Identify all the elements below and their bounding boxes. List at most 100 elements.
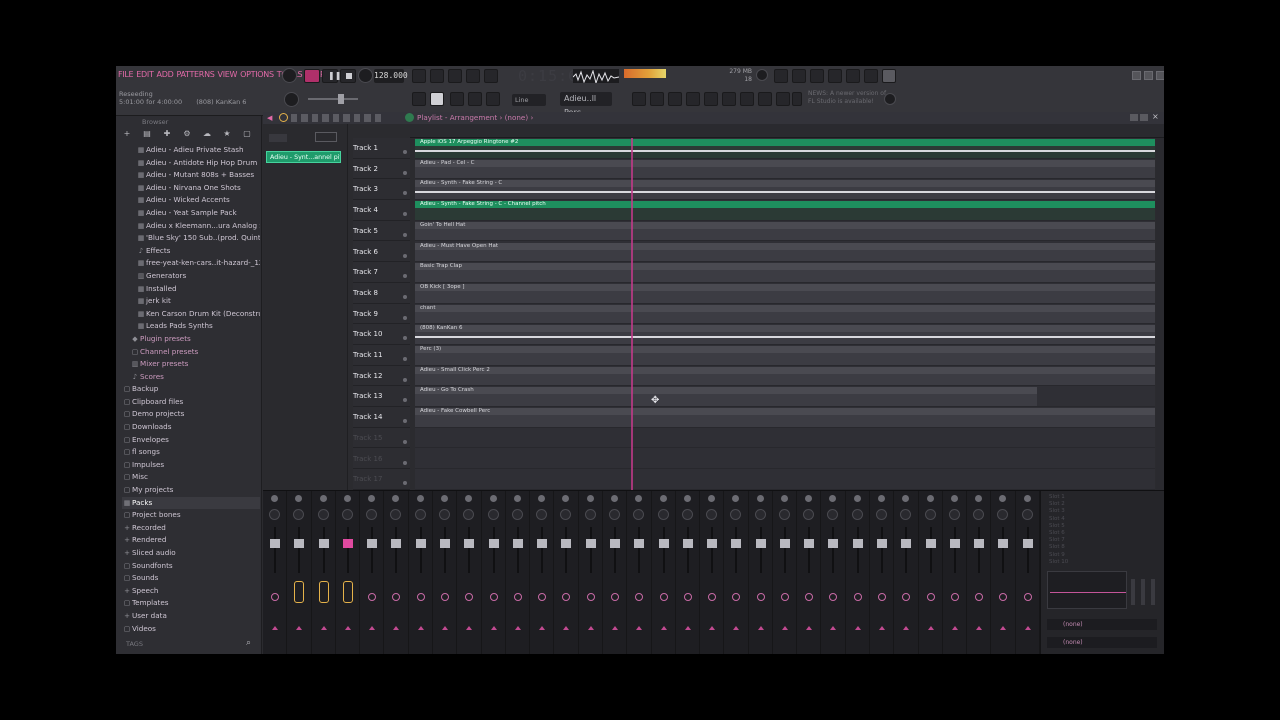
browser-item[interactable]: ▢ Templates	[122, 597, 260, 610]
snap-selector[interactable]: Line	[512, 94, 546, 106]
mixer-icon[interactable]	[828, 69, 842, 83]
volume-fader[interactable]	[1131, 579, 1135, 605]
track-mute-led[interactable]	[403, 336, 407, 341]
send-indicator[interactable]	[318, 581, 329, 603]
snap-icon[interactable]	[279, 113, 288, 122]
star-icon[interactable]: ★	[220, 128, 234, 140]
send-indicator[interactable]	[610, 593, 619, 601]
track-lane[interactable]: Goin' To Hell Hat	[415, 221, 1155, 242]
pan-knob[interactable]	[610, 495, 618, 502]
playlist-clip[interactable]: Adieu - Pad - Cel - C	[415, 159, 1155, 179]
route-arrow-icon[interactable]	[660, 626, 667, 630]
browser-icon[interactable]	[882, 69, 896, 83]
mixer-strip[interactable]	[482, 491, 506, 654]
stereo-knob[interactable]	[778, 509, 790, 520]
track-mute-led[interactable]	[403, 439, 407, 444]
stereo-knob[interactable]	[293, 509, 305, 520]
track-lane[interactable]	[415, 449, 1155, 470]
eq-display[interactable]	[1047, 571, 1127, 609]
route-arrow-icon[interactable]	[1024, 626, 1031, 630]
browser-item[interactable]: ▦ Adieu - Nirvana One Shots	[122, 182, 260, 195]
track-header[interactable]: Track 12	[353, 366, 410, 387]
send-indicator[interactable]	[829, 593, 838, 601]
track-mute-led[interactable]	[403, 315, 407, 320]
stereo-knob[interactable]	[560, 509, 572, 520]
route-arrow-icon[interactable]	[927, 626, 934, 630]
send-indicator[interactable]	[368, 593, 377, 601]
cloud-icon[interactable]: ☁	[200, 128, 214, 140]
stereo-knob[interactable]	[706, 509, 718, 520]
send-indicator[interactable]	[416, 593, 425, 601]
stereo-knob[interactable]	[754, 509, 766, 520]
route-arrow-icon[interactable]	[441, 626, 448, 630]
menu-patterns[interactable]: PATTERNS	[176, 70, 214, 84]
step-edit-button[interactable]	[466, 69, 480, 83]
track-header[interactable]: Track 15	[353, 428, 410, 449]
browser-item[interactable]: ▦ jerk kit	[122, 295, 260, 308]
add-icon[interactable]: +	[120, 128, 134, 140]
playlist-clip[interactable]: chant	[415, 304, 1155, 324]
track-lane[interactable]	[415, 469, 1155, 490]
playlist-clip[interactable]: Adieu - Synth - Fake String - C - Channe…	[415, 201, 1155, 220]
route-arrow-icon[interactable]	[879, 626, 886, 630]
send-indicator[interactable]	[683, 593, 692, 601]
stereo-knob[interactable]	[851, 509, 863, 520]
mute-tool-icon[interactable]	[322, 114, 329, 122]
vertical-scrollbar[interactable]	[1156, 138, 1164, 490]
mixer-strip[interactable]	[506, 491, 531, 654]
mixer-strip[interactable]	[384, 491, 409, 654]
track-mute-led[interactable]	[403, 357, 407, 361]
send-indicator[interactable]	[805, 593, 814, 601]
send-indicator[interactable]	[999, 593, 1008, 601]
stereo-knob[interactable]	[924, 509, 936, 520]
track-lane[interactable]	[415, 428, 1155, 449]
mixer-strip[interactable]	[967, 491, 992, 654]
track-mute-led[interactable]	[403, 253, 407, 258]
news-settings-icon[interactable]	[884, 93, 896, 105]
track-header[interactable]: Track 4	[353, 200, 410, 221]
draw-tool-icon[interactable]	[430, 92, 444, 106]
back-arrow-icon[interactable]: ◀	[267, 114, 275, 122]
wait-input-button[interactable]	[430, 69, 444, 83]
gear-icon[interactable]: ⚙	[180, 128, 194, 140]
mixer-strip[interactable]	[773, 491, 798, 654]
route-arrow-icon[interactable]	[611, 626, 618, 630]
step-sequencer-icon[interactable]	[650, 92, 664, 106]
track-header[interactable]: Track 9	[353, 304, 410, 325]
send-indicator[interactable]	[878, 593, 887, 601]
stereo-knob[interactable]	[438, 509, 450, 520]
stereo-knob[interactable]	[341, 509, 353, 520]
master-volume-slider[interactable]	[308, 98, 358, 100]
volume-fader[interactable]	[270, 539, 280, 548]
pan-knob[interactable]	[853, 495, 861, 502]
mixer-strip[interactable]	[749, 491, 773, 654]
browser-item[interactable]: + Sliced audio	[122, 547, 260, 560]
pan-knob[interactable]	[732, 495, 740, 502]
pan-knob[interactable]	[659, 495, 667, 502]
pan-knob[interactable]	[780, 495, 788, 502]
stereo-knob[interactable]	[876, 509, 888, 520]
playlist-clip[interactable]: Perc (3)	[415, 346, 1155, 365]
send-indicator[interactable]	[756, 593, 765, 601]
mic-icon[interactable]	[792, 69, 806, 83]
draw-tool-icon[interactable]	[291, 114, 298, 122]
send-indicator[interactable]	[659, 593, 668, 601]
tempo-display[interactable]: 128.000	[374, 69, 408, 83]
mixer-strip[interactable]	[287, 491, 312, 654]
browser-item[interactable]: ▥ Generators	[122, 270, 260, 283]
stereo-knob[interactable]	[633, 509, 645, 520]
stereo-knob[interactable]	[948, 509, 960, 520]
route-arrow-icon[interactable]	[709, 626, 716, 630]
track-lane[interactable]: (808) KanKan 6	[415, 324, 1155, 345]
route-arrow-icon[interactable]	[539, 626, 546, 630]
tool-button[interactable]	[774, 69, 788, 83]
send-indicator[interactable]	[586, 593, 595, 601]
slice-tool-icon[interactable]	[468, 92, 482, 106]
pan-knob[interactable]	[586, 495, 594, 502]
timeline-ruler[interactable]	[410, 124, 1164, 146]
pan-knob[interactable]	[271, 495, 278, 502]
record-button[interactable]	[358, 68, 373, 83]
browser-item[interactable]: ▢ Sounds	[122, 572, 260, 585]
pan-knob[interactable]	[319, 495, 327, 502]
browser-item[interactable]: ▢ Backup	[122, 383, 260, 396]
